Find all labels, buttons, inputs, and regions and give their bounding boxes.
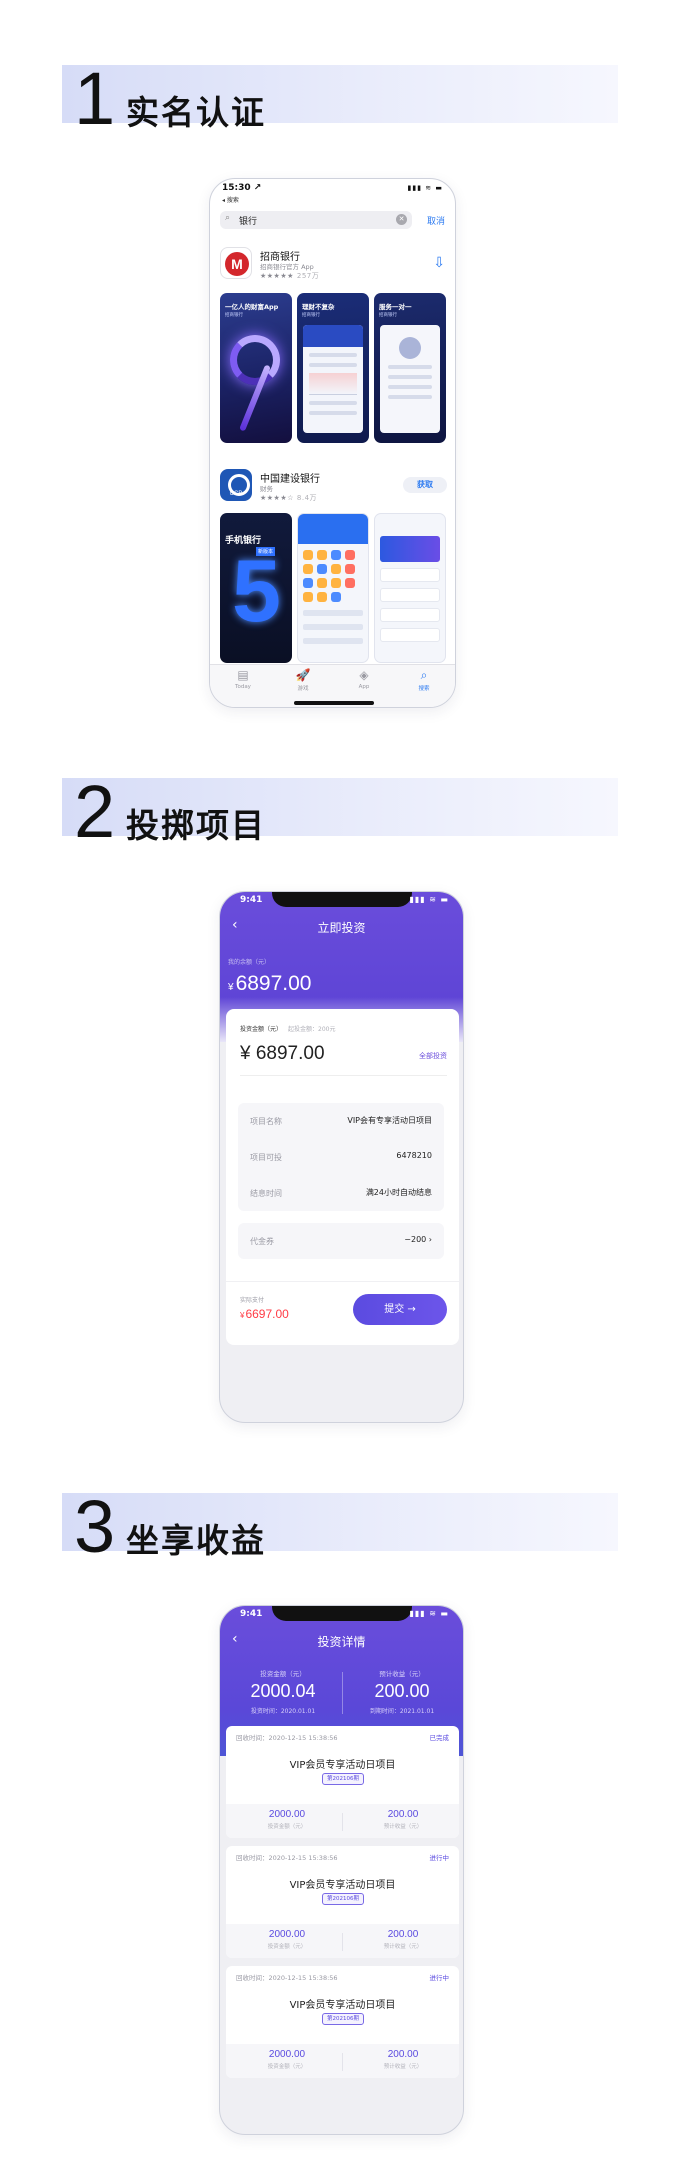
ccb-logo-icon <box>220 469 252 501</box>
status-icons: ▮▮▮ ≋ ▬ <box>409 1609 449 1618</box>
status-bar: 9:41 ▮▮▮ ≋ ▬ <box>220 892 463 910</box>
screenshot: 服务一对一 招商银行 <box>374 293 446 443</box>
app-subtitle: 财务 <box>260 485 273 493</box>
voucher-row[interactable]: 代金券 −200 › <box>238 1223 444 1259</box>
step-number: 2 <box>74 770 116 853</box>
app-rating: ★★★★☆ 8.4万 <box>260 494 318 502</box>
project-info: 项目名称 VIP会有专享活动日项目 项目可投 6478210 结息时间 满24小时自动… <box>238 1103 444 1211</box>
status-badge: 进行中 <box>429 1974 450 1982</box>
status-time: 9:41 <box>240 1609 263 1619</box>
tab-apps[interactable]: ◈ App <box>339 668 389 690</box>
balance-value: ¥6897.00 <box>228 972 312 995</box>
screenshot: 手机银行 新版本 5 <box>220 513 292 663</box>
record-card[interactable]: 回收时间：2020-12-15 15:38:56 已完成 VIP会员专享活动日项… <box>226 1726 459 1838</box>
back-to-search[interactable]: ◂ 搜索 <box>222 195 239 204</box>
info-row: 结息时间 满24小时自动结息 <box>250 1188 432 1198</box>
clear-icon[interactable]: ✕ <box>396 214 407 225</box>
info-row: 项目可投 6478210 <box>250 1151 432 1162</box>
summary-expected: 预计收益（元） 200.00 到期时间：2021.01.01 <box>369 1670 435 1715</box>
status-bar: 9:41 ▮▮▮ ≋ ▬ <box>220 1606 463 1624</box>
nav-bar: ‹ 立即投资 <box>220 914 463 940</box>
screenshots-cmb[interactable]: 一亿人的财富App 招商银行 理财不复杂 招商银行 服务一对一 招商银行 <box>220 293 447 443</box>
search-icon: ⌕ <box>420 668 428 682</box>
info-row: 项目名称 VIP会有专享活动日项目 <box>250 1116 432 1126</box>
screenshot <box>297 513 369 663</box>
issue-tag: 第202106期 <box>322 2013 364 2025</box>
app-rating: ★★★★★ 257万 <box>260 272 320 280</box>
layers-icon: ◈ <box>359 668 369 682</box>
tab-search[interactable]: ⌕ 搜索 <box>399 668 449 692</box>
status-icons: ▮▮▮ ≋ ▬ <box>407 184 443 192</box>
page-title: 立即投资 <box>317 921 366 935</box>
invest-all-link[interactable]: 全部投资 <box>419 1051 447 1061</box>
step-title: 投掷项目 <box>126 806 266 845</box>
get-button[interactable]: 获取 <box>403 477 447 493</box>
status-bar: 15:30 ↗ ◂ 搜索 ▮▮▮ ≋ ▬ <box>210 179 455 209</box>
rocket-icon: 🚀 <box>295 668 311 682</box>
balance-label: 我的余额（元） <box>228 959 271 966</box>
summary-invested: 投资金额（元） 2000.04 投资时间：2020.01.01 <box>250 1670 316 1715</box>
status-time: 9:41 <box>240 895 263 905</box>
home-indicator <box>294 701 374 705</box>
app-subtitle: 招商银行官方 App <box>260 263 314 271</box>
submit-button[interactable]: 提交 → <box>353 1294 447 1325</box>
app-result-ccb[interactable]: 中国建设银行 财务 ★★★★☆8.4万 获取 <box>220 469 447 503</box>
step-title: 实名认证 <box>126 93 266 132</box>
status-badge: 进行中 <box>429 1854 450 1862</box>
cancel-button[interactable]: 取消 <box>427 214 445 227</box>
search-input[interactable]: ⌕ 银行 ✕ <box>220 211 412 229</box>
search-icon: ⌕ <box>225 213 231 223</box>
tab-games[interactable]: 🚀 游戏 <box>278 668 328 692</box>
app-result-cmb[interactable]: 招商银行 招商银行官方 App ★★★★★257万 ⇩ <box>220 247 447 281</box>
status-badge: 已完成 <box>429 1734 450 1742</box>
tab-today[interactable]: ▤ Today <box>218 668 268 690</box>
step-number: 1 <box>74 57 116 140</box>
cloud-download-icon[interactable]: ⇩ <box>433 255 445 271</box>
record-card[interactable]: 回收时间：2020-12-15 15:38:56 进行中 VIP会员专享活动日项… <box>226 1966 459 2078</box>
issue-tag: 第202106期 <box>322 1773 364 1785</box>
pay-value: ¥6697.00 <box>240 1307 289 1321</box>
divider <box>240 1075 447 1076</box>
amount-label: 投资金额（元） 起投金额：200元 <box>240 1026 336 1033</box>
divider <box>342 1672 343 1714</box>
screenshots-ccb[interactable]: 手机银行 新版本 5 <box>220 513 447 663</box>
nav-bar: ‹ 投资详情 <box>220 1628 463 1654</box>
record-card[interactable]: 回收时间：2020-12-15 15:38:56 进行中 VIP会员专享活动日项… <box>226 1846 459 1958</box>
step-title: 坐享收益 <box>126 1521 266 1560</box>
screenshot: 一亿人的财富App 招商银行 <box>220 293 292 443</box>
pay-label: 实际支付 <box>240 1297 265 1304</box>
phone-invest-details: 9:41 ▮▮▮ ≋ ▬ ‹ 投资详情 投资金额（元） 2000.04 投资时间… <box>219 1605 464 2135</box>
phone-invest-now: 9:41 ▮▮▮ ≋ ▬ ‹ 立即投资 我的余额（元） ¥6897.00 投资金… <box>219 891 464 1423</box>
step-number: 3 <box>74 1485 116 1568</box>
cmb-logo-icon <box>220 247 253 279</box>
screenshot <box>374 513 446 663</box>
status-time: 15:30 ↗ <box>222 183 262 193</box>
page-title: 投资详情 <box>317 1635 366 1649</box>
search-query: 银行 <box>239 217 258 227</box>
invest-card: 投资金额（元） 起投金额：200元 ¥ 6897.00 全部投资 项目名称 VIP会… <box>226 1009 459 1345</box>
screenshot: 理财不复杂 招商银行 <box>297 293 369 443</box>
step-3-header: 3 坐享收益 <box>0 1490 683 1564</box>
step-1-header: 1 实名认证 <box>0 62 683 136</box>
today-icon: ▤ <box>237 668 249 682</box>
divider <box>226 1281 459 1282</box>
status-icons: ▮▮▮ ≋ ▬ <box>409 895 449 904</box>
step-2-header: 2 投掷项目 <box>0 775 683 849</box>
issue-tag: 第202106期 <box>322 1893 364 1905</box>
amount-input[interactable]: ¥ 6897.00 <box>240 1043 325 1065</box>
phone-app-store: 15:30 ↗ ◂ 搜索 ▮▮▮ ≋ ▬ ⌕ 银行 ✕ 取消 招商银行 招商银行… <box>209 178 456 708</box>
